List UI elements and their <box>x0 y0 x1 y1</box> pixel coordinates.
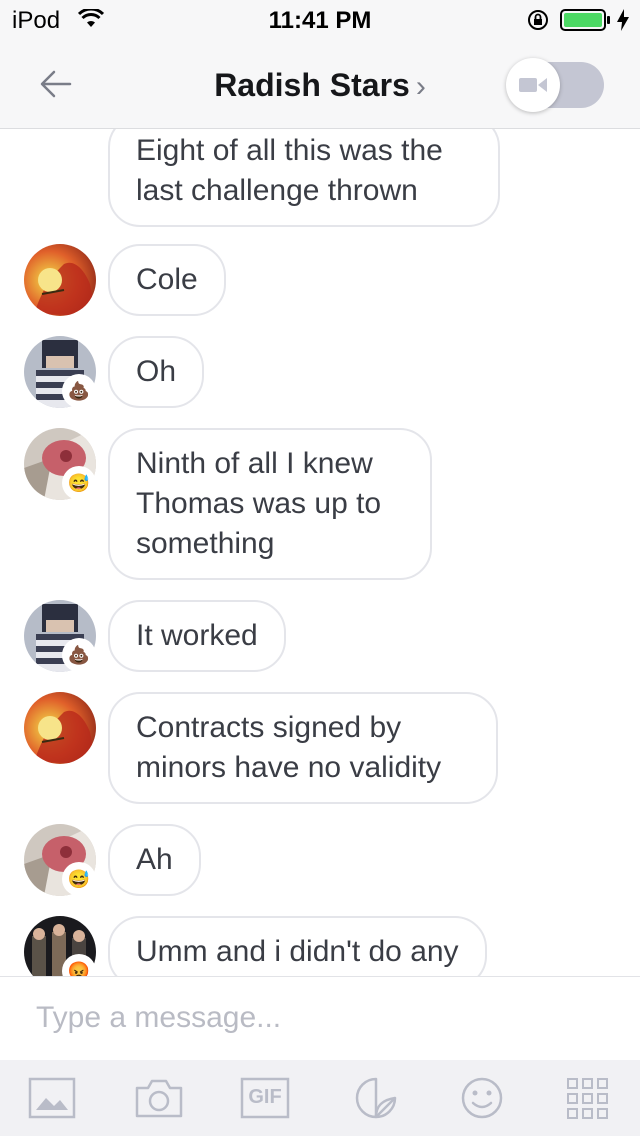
message-bubble[interactable]: Eight of all this was the last challenge… <box>108 129 500 227</box>
message-bubble[interactable]: Oh <box>108 336 205 408</box>
chevron-right-icon: › <box>415 70 426 103</box>
camera-icon[interactable] <box>134 1076 183 1120</box>
message-bubble[interactable]: Ninth of all I knew Thomas was up to som… <box>108 428 432 580</box>
gif-icon[interactable]: GIF <box>240 1076 290 1120</box>
video-camera-icon <box>519 78 547 92</box>
toggle-knob <box>506 58 560 112</box>
message-bubble[interactable]: It worked <box>108 600 286 672</box>
avatar[interactable] <box>24 244 96 316</box>
message-bubble[interactable]: Contracts signed by minors have no valid… <box>108 692 498 804</box>
message-bubble[interactable]: Umm and i didn't do any <box>108 916 487 976</box>
avatar[interactable] <box>24 692 96 764</box>
composer-toolbar: GIF <box>0 1060 640 1136</box>
emoji-icon[interactable] <box>458 1076 506 1120</box>
conversation-title-text: Radish Stars <box>214 67 410 103</box>
sweat-smile-emoji-badge: 😅 <box>64 864 94 894</box>
poop-emoji-badge: 💩 <box>64 376 94 406</box>
gallery-icon[interactable] <box>28 1076 76 1120</box>
sweat-smile-emoji-badge: 😅 <box>64 468 94 498</box>
status-bar: iPod 11:41 PM <box>0 0 640 40</box>
message-bubble[interactable]: Ah <box>108 824 201 896</box>
poop-emoji-badge: 💩 <box>64 640 94 670</box>
gif-label: GIF <box>248 1086 282 1108</box>
video-call-toggle[interactable] <box>506 58 604 112</box>
message-input[interactable] <box>34 995 598 1041</box>
message-composer <box>0 976 640 1061</box>
battery-icon <box>560 8 612 37</box>
conversation-header: Radish Stars › <box>0 40 640 129</box>
rotation-lock-icon <box>526 8 550 37</box>
charging-icon <box>616 8 630 37</box>
message-list[interactable]: Eight of all this was the last challenge… <box>0 129 640 976</box>
message-bubble[interactable]: Cole <box>108 244 226 316</box>
sticker-icon[interactable] <box>352 1076 400 1120</box>
apps-grid-icon[interactable] <box>564 1076 612 1120</box>
